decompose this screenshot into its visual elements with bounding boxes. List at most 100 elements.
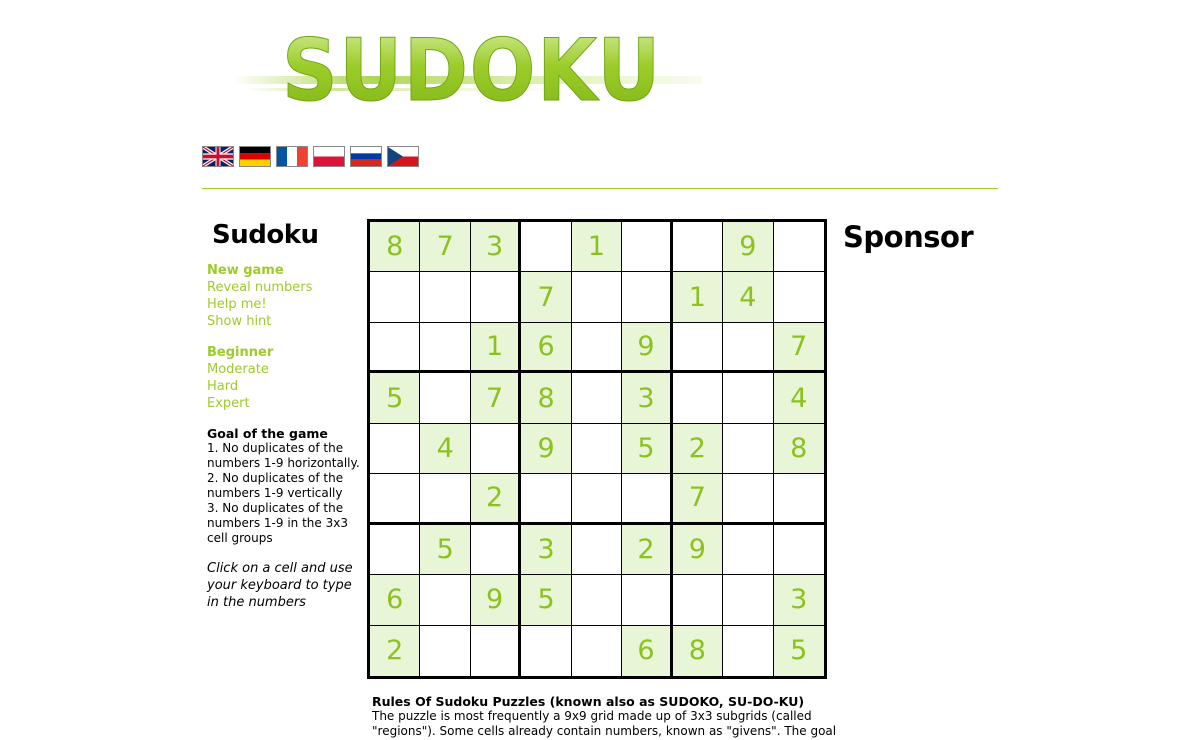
sudoku-cell-r8c6[interactable] <box>622 575 673 626</box>
flag-russia[interactable] <box>350 146 382 167</box>
sudoku-cell-r1c6[interactable] <box>622 222 673 273</box>
sudoku-cell-r4c9[interactable]: 4 <box>773 373 824 424</box>
flag-france[interactable] <box>276 146 308 167</box>
sudoku-cell-r4c8[interactable] <box>723 373 774 424</box>
sudoku-cell-r7c4[interactable]: 3 <box>521 524 572 576</box>
sudoku-cell-r3c5[interactable] <box>571 322 623 374</box>
sudoku-cell-r8c8[interactable] <box>723 575 774 626</box>
action-menu: New game Reveal numbers Help me! Show hi… <box>207 262 362 330</box>
sudoku-board: 873197141697578344952827532969532685 <box>367 219 827 679</box>
flag-poland[interactable] <box>313 146 345 167</box>
sudoku-cell-r5c1[interactable] <box>370 423 421 475</box>
sudoku-cell-r7c7[interactable]: 9 <box>672 524 724 576</box>
level-beginner-link[interactable]: Beginner <box>207 344 362 361</box>
sudoku-cell-r4c4[interactable]: 8 <box>521 373 572 424</box>
sudoku-cell-r1c3[interactable]: 3 <box>470 222 522 273</box>
sudoku-cell-r8c1[interactable]: 6 <box>370 575 421 626</box>
new-game-link[interactable]: New game <box>207 262 362 279</box>
sudoku-cell-r7c3[interactable] <box>470 524 522 576</box>
sudoku-cell-r6c8[interactable] <box>723 474 774 525</box>
sudoku-cell-r9c2[interactable] <box>420 625 471 676</box>
sudoku-logo[interactable]: SUDOKU <box>232 30 702 112</box>
flag-germany[interactable] <box>239 146 271 167</box>
sudoku-cell-r6c9[interactable] <box>773 474 824 525</box>
sudoku-cell-r2c9[interactable] <box>773 272 824 323</box>
sudoku-cell-r7c1[interactable] <box>370 524 421 576</box>
sudoku-cell-r1c9[interactable] <box>773 222 824 273</box>
sudoku-cell-r4c1[interactable]: 5 <box>370 373 421 424</box>
sudoku-cell-r5c7[interactable]: 2 <box>672 423 724 475</box>
sudoku-cell-r3c8[interactable] <box>723 322 774 374</box>
sudoku-cell-r2c6[interactable] <box>622 272 673 323</box>
sudoku-cell-r7c8[interactable] <box>723 524 774 576</box>
level-moderate-link[interactable]: Moderate <box>207 361 362 378</box>
sudoku-cell-r8c4[interactable]: 5 <box>521 575 572 626</box>
sudoku-cell-r9c5[interactable] <box>571 625 623 676</box>
sudoku-cell-r6c4[interactable] <box>521 474 572 525</box>
sudoku-cell-r1c7[interactable] <box>672 222 724 273</box>
sudoku-cell-r7c6[interactable]: 2 <box>622 524 673 576</box>
sudoku-cell-r1c2[interactable]: 7 <box>420 222 471 273</box>
sudoku-cell-r6c2[interactable] <box>420 474 471 525</box>
sudoku-cell-r3c2[interactable] <box>420 322 471 374</box>
sudoku-cell-r3c9[interactable]: 7 <box>773 322 824 374</box>
sudoku-cell-r3c4[interactable]: 6 <box>521 322 572 374</box>
sudoku-cell-r9c3[interactable] <box>470 625 522 676</box>
sudoku-cell-r8c3[interactable]: 9 <box>470 575 522 626</box>
sudoku-cell-r5c3[interactable] <box>470 423 522 475</box>
sudoku-cell-r7c5[interactable] <box>571 524 623 576</box>
show-hint-link[interactable]: Show hint <box>207 313 362 330</box>
level-hard-link[interactable]: Hard <box>207 378 362 395</box>
level-expert-link[interactable]: Expert <box>207 395 362 412</box>
sudoku-cell-r1c8[interactable]: 9 <box>723 222 774 273</box>
sudoku-cell-r5c4[interactable]: 9 <box>521 423 572 475</box>
sudoku-cell-r5c8[interactable] <box>723 423 774 475</box>
sudoku-cell-r1c5[interactable]: 1 <box>571 222 623 273</box>
sudoku-cell-r9c9[interactable]: 5 <box>773 625 824 676</box>
sudoku-cell-r6c1[interactable] <box>370 474 421 525</box>
sudoku-cell-r1c4[interactable] <box>521 222 572 273</box>
sudoku-cell-r8c9[interactable]: 3 <box>773 575 824 626</box>
sudoku-cell-r8c5[interactable] <box>571 575 623 626</box>
sudoku-cell-r7c2[interactable]: 5 <box>420 524 471 576</box>
sudoku-cell-r4c5[interactable] <box>571 373 623 424</box>
help-me-link[interactable]: Help me! <box>207 296 362 313</box>
sudoku-cell-r5c2[interactable]: 4 <box>420 423 471 475</box>
flag-uk[interactable] <box>202 146 234 167</box>
sudoku-cell-r2c1[interactable] <box>370 272 421 323</box>
sudoku-cell-r2c3[interactable] <box>470 272 522 323</box>
sudoku-cell-r4c7[interactable] <box>672 373 724 424</box>
sudoku-cell-r8c2[interactable] <box>420 575 471 626</box>
sudoku-cell-r2c4[interactable]: 7 <box>521 272 572 323</box>
sudoku-cell-r6c5[interactable] <box>571 474 623 525</box>
sudoku-cell-r3c7[interactable] <box>672 322 724 374</box>
sudoku-cell-r5c5[interactable] <box>571 423 623 475</box>
sudoku-cell-r2c8[interactable]: 4 <box>723 272 774 323</box>
flag-czech[interactable] <box>387 146 419 167</box>
goal-rule-2: 2. No duplicates of the numbers 1-9 vert… <box>207 471 344 500</box>
sudoku-cell-r2c5[interactable] <box>571 272 623 323</box>
sudoku-cell-r9c4[interactable] <box>521 625 572 676</box>
sudoku-cell-r6c3[interactable]: 2 <box>470 474 522 525</box>
sudoku-cell-r4c2[interactable] <box>420 373 471 424</box>
sudoku-cell-r2c7[interactable]: 1 <box>672 272 724 323</box>
sudoku-cell-r7c9[interactable] <box>773 524 824 576</box>
sudoku-cell-r3c1[interactable] <box>370 322 421 374</box>
sudoku-cell-r9c8[interactable] <box>723 625 774 676</box>
sudoku-cell-r2c2[interactable] <box>420 272 471 323</box>
sudoku-cell-r9c7[interactable]: 8 <box>672 625 724 676</box>
sudoku-cell-r9c1[interactable]: 2 <box>370 625 421 676</box>
sudoku-cell-r9c6[interactable]: 6 <box>622 625 673 676</box>
sudoku-cell-r5c9[interactable]: 8 <box>773 423 824 475</box>
goal-title: Goal of the game <box>207 426 328 441</box>
reveal-numbers-link[interactable]: Reveal numbers <box>207 279 362 296</box>
sudoku-cell-r8c7[interactable] <box>672 575 724 626</box>
sudoku-cell-r6c7[interactable]: 7 <box>672 474 724 525</box>
sudoku-cell-r6c6[interactable] <box>622 474 673 525</box>
sudoku-cell-r1c1[interactable]: 8 <box>370 222 421 273</box>
sudoku-cell-r4c6[interactable]: 3 <box>622 373 673 424</box>
sudoku-cell-r5c6[interactable]: 5 <box>622 423 673 475</box>
sudoku-cell-r3c3[interactable]: 1 <box>470 322 522 374</box>
sudoku-cell-r4c3[interactable]: 7 <box>470 373 522 424</box>
sudoku-cell-r3c6[interactable]: 9 <box>622 322 673 374</box>
